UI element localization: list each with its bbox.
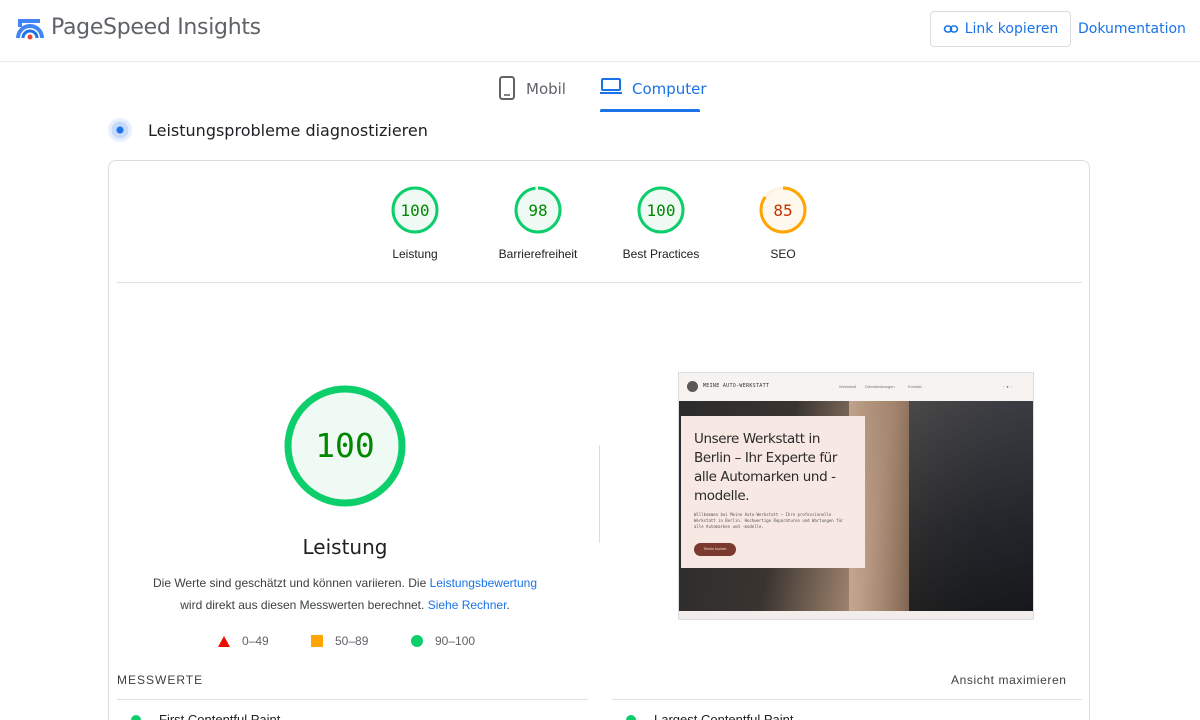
performance-score-value: 100 — [315, 426, 375, 465]
copy-link-button[interactable]: Link kopieren — [930, 11, 1071, 47]
legend-poor: 0–49 — [218, 634, 269, 648]
metrics-title: MESSWERTE — [117, 673, 204, 687]
pagespeed-logo-icon[interactable] — [16, 14, 44, 42]
score-ring: 98 — [514, 186, 562, 234]
vertical-divider — [599, 445, 600, 543]
score-gauge-performance[interactable]: 100 Leistung — [375, 185, 455, 261]
diagnose-icon — [108, 118, 132, 142]
desc-text-3: . — [506, 598, 510, 612]
performance-description: Die Werte sind geschätzt und können vari… — [125, 572, 565, 616]
documentation-link[interactable]: Dokumentation — [1078, 21, 1186, 37]
score-label: Barrierefreiheit — [498, 247, 578, 261]
screenshot-cta-button: Termin buchen — [694, 543, 736, 556]
desc-text-2: wird direkt aus diesen Messwerten berech… — [180, 598, 428, 612]
metric-label: First Contentful Paint — [159, 712, 281, 720]
tab-desktop-label: Computer — [632, 80, 707, 98]
performance-label: Leistung — [302, 535, 388, 559]
screenshot-body: Willkommen bei Meine Auto-Werkstatt – Ih… — [694, 512, 844, 529]
active-tab-indicator — [600, 109, 700, 112]
calculator-link[interactable]: Siehe Rechner — [428, 598, 507, 612]
top-bar: PageSpeed Insights Link kopieren Dokumen… — [0, 0, 1200, 62]
app-title: PageSpeed Insights — [51, 15, 261, 40]
score-value: 100 — [401, 201, 430, 220]
score-ring: 100 — [391, 186, 439, 234]
tab-mobile[interactable]: Mobil — [498, 76, 566, 112]
screenshot-brand: MEINE AUTO-WERKSTATT — [703, 383, 770, 389]
metric-label: Largest Contentful Paint — [654, 712, 794, 720]
copy-link-label: Link kopieren — [964, 21, 1059, 37]
screenshot-nav-item: Dienstleistungen — [865, 384, 895, 389]
screenshot-hero-panel: Unsere Werkstatt in Berlin – Ihr Experte… — [681, 416, 865, 568]
score-ring: 85 — [759, 186, 807, 234]
screenshot-logo-icon — [687, 381, 698, 392]
screenshot-nav-item: Kontakt — [908, 384, 922, 389]
screenshot-headline: Unsere Werkstatt in Berlin – Ihr Experte… — [694, 431, 837, 504]
legend-good: 90–100 — [411, 634, 475, 648]
score-label: Best Practices — [622, 247, 700, 261]
performance-gauge: 100 — [284, 385, 406, 507]
score-value: 100 — [647, 201, 676, 220]
score-label: SEO — [770, 247, 796, 261]
score-gauge-best-practices[interactable]: 100 Best Practices — [621, 185, 701, 261]
desc-text-1: Die Werte sind geschätzt und können vari… — [152, 576, 430, 590]
link-icon — [943, 25, 958, 33]
page-screenshot: MEINE AUTO-WERKSTATT Werkstatt Dienstlei… — [678, 372, 1034, 620]
score-calculation-link[interactable]: Leistungsbewertung — [430, 576, 537, 590]
legend-good-label: 90–100 — [435, 634, 476, 648]
phone-icon — [499, 76, 515, 100]
laptop-icon — [600, 78, 622, 94]
tab-mobile-label: Mobil — [526, 80, 566, 98]
red-triangle-icon — [218, 635, 230, 647]
screenshot-nav-icons: ◦●◦ — [1003, 384, 1015, 389]
score-ring: 100 — [637, 186, 685, 234]
screenshot-navbar: MEINE AUTO-WERKSTATT Werkstatt Dienstlei… — [679, 373, 1033, 401]
green-circle-icon — [411, 635, 423, 647]
screenshot-nav-item: Werkstatt — [839, 384, 856, 389]
metrics-divider — [612, 699, 1082, 700]
score-value: 85 — [773, 201, 792, 220]
metric-lcp[interactable]: Largest Contentful Paint — [626, 712, 793, 720]
score-gauge-seo[interactable]: 85 SEO — [743, 185, 823, 261]
scores-divider — [117, 282, 1082, 283]
green-circle-icon — [626, 714, 636, 720]
green-circle-icon — [131, 714, 141, 720]
section-title: Leistungsprobleme diagnostizieren — [148, 121, 428, 140]
metric-fcp[interactable]: First Contentful Paint — [131, 712, 280, 720]
metrics-divider — [117, 699, 588, 700]
orange-square-icon — [311, 635, 323, 647]
maximize-view-toggle[interactable]: Ansicht maximieren — [951, 673, 1067, 687]
legend-poor-label: 0–49 — [242, 634, 269, 648]
legend-average-label: 50–89 — [335, 634, 369, 648]
score-label: Leistung — [392, 247, 438, 261]
score-gauge-accessibility[interactable]: 98 Barrierefreiheit — [498, 185, 578, 261]
legend-average: 50–89 — [311, 634, 368, 648]
score-value: 98 — [528, 201, 547, 220]
tab-desktop[interactable]: Computer — [600, 76, 707, 112]
